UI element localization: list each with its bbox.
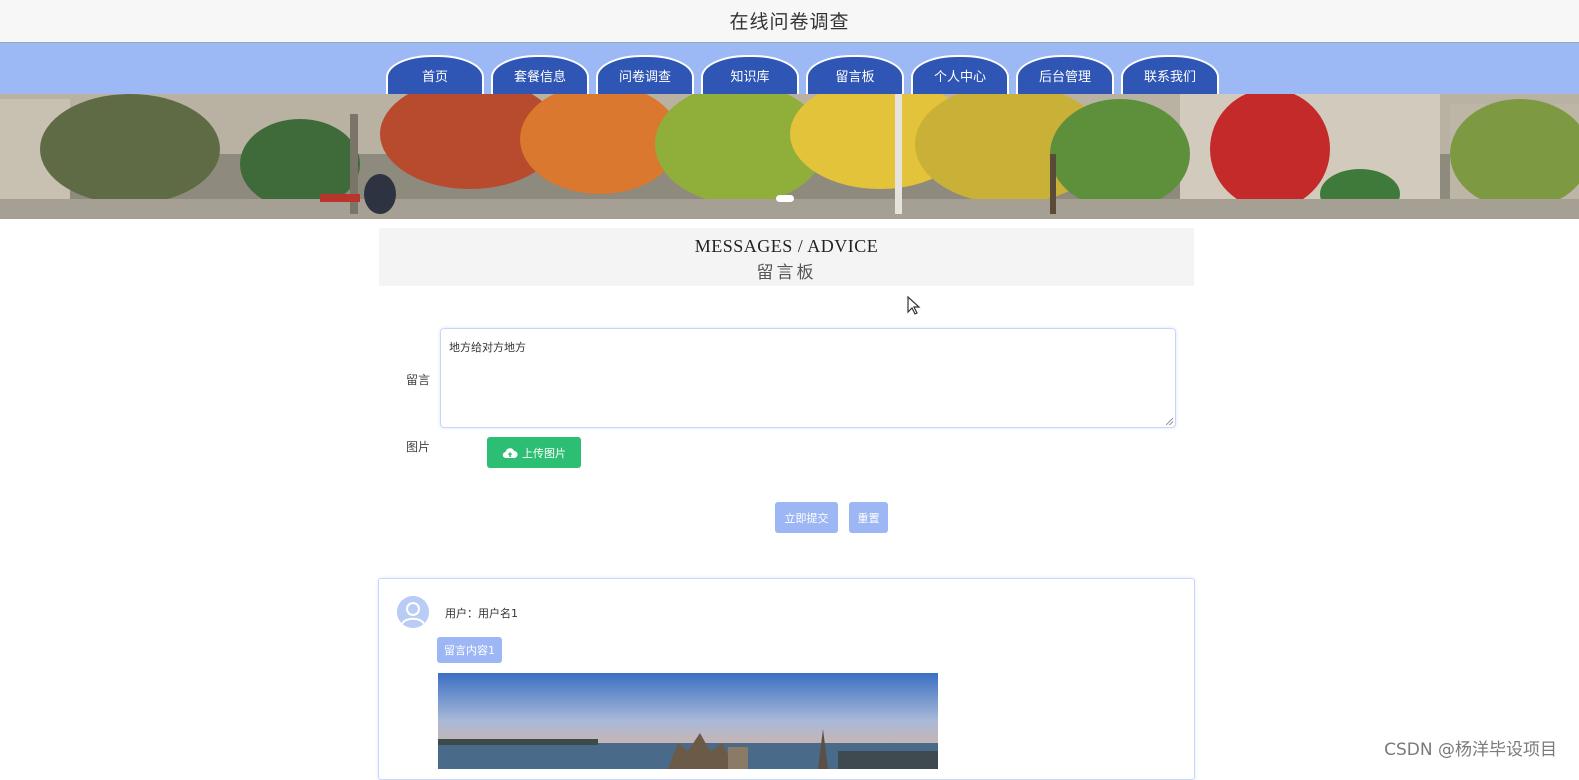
carousel-indicator[interactable] [776,195,794,202]
mouse-cursor-icon [907,296,921,315]
nav-items: 首页 套餐信息 问卷调查 知识库 留言板 个人中心 后台管理 联系我们 [386,55,1219,94]
watermark: CSDN @杨洋毕设项目 [1384,740,1557,760]
section-title-zh: 留言板 [756,263,817,282]
nav-item-knowledge-base[interactable]: 知识库 [701,55,799,94]
resize-handle-icon[interactable] [1166,418,1173,425]
site-header: 在线问卷调查 [0,0,1579,43]
message-text: 地方给对方地方 [449,341,526,354]
nav-item-personal-center[interactable]: 个人中心 [911,55,1009,94]
cloud-upload-icon [502,447,518,458]
upload-button-label: 上传图片 [522,446,566,460]
upload-image-button[interactable]: 上传图片 [487,437,581,468]
nav-item-contact[interactable]: 联系我们 [1121,55,1219,94]
section-heading: MESSAGES / ADVICE 留言板 [379,228,1194,286]
message-user: 用户：用户名1 [445,607,518,620]
reset-button[interactable]: 重置 [849,502,888,533]
user-icon [397,596,429,628]
message-image [438,673,938,769]
nav-item-admin[interactable]: 后台管理 [1016,55,1114,94]
avatar [397,596,429,628]
site-title: 在线问卷调查 [729,11,850,33]
image-label: 图片 [406,440,431,454]
message-label: 留言 [406,373,431,387]
message-content-tag: 留言内容1 [437,637,502,663]
nav-item-survey[interactable]: 问卷调查 [596,55,694,94]
nav-item-packages[interactable]: 套餐信息 [491,55,589,94]
message-photo [438,673,938,769]
section-title-en: MESSAGES / ADVICE [694,236,879,256]
nav-item-home[interactable]: 首页 [386,55,484,94]
submit-button[interactable]: 立即提交 [775,502,838,533]
main-nav: 首页 套餐信息 问卷调查 知识库 留言板 个人中心 后台管理 联系我们 [0,43,1579,94]
nav-item-message-board[interactable]: 留言板 [806,55,904,94]
message-textarea[interactable]: 地方给对方地方 [440,328,1176,428]
